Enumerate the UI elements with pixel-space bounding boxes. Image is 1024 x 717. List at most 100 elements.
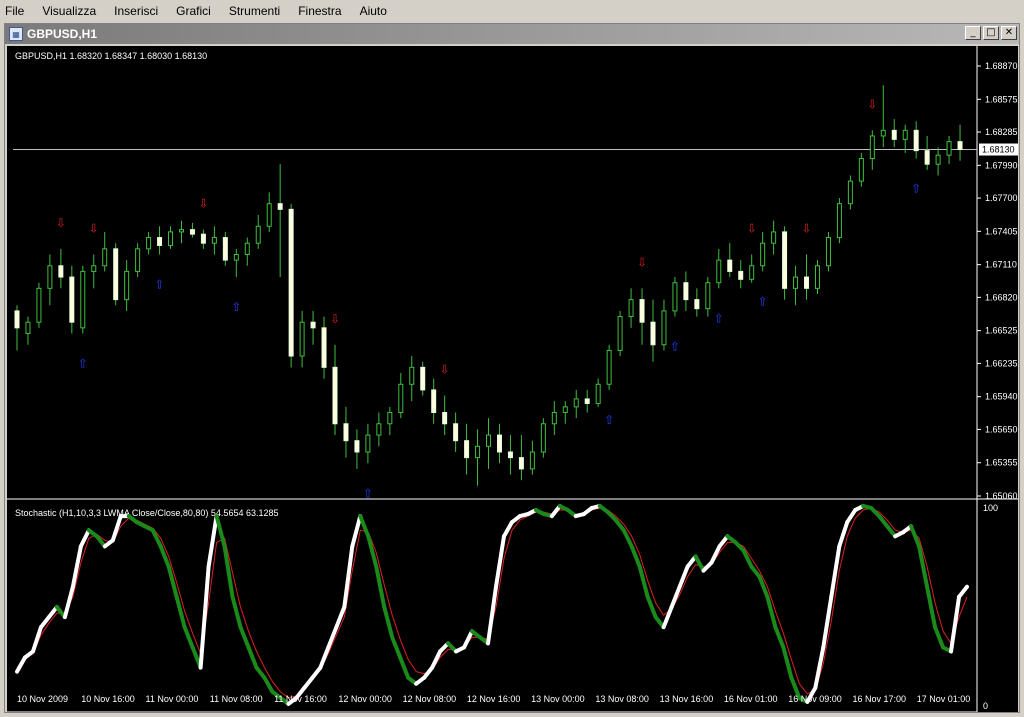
- time-label: 12 Nov 00:00: [338, 694, 392, 704]
- stochastic-main-segment: [637, 564, 650, 599]
- price-level-label: 1.67700: [985, 193, 1018, 203]
- sell-arrow-icon: ⇩: [867, 97, 877, 111]
- candle-body: [299, 321, 305, 357]
- buy-arrow-icon: ⇧: [231, 300, 241, 314]
- time-label: 13 Nov 00:00: [531, 694, 585, 704]
- candle-body: [913, 129, 919, 152]
- buy-arrow-icon: ⇧: [758, 294, 768, 308]
- sell-arrow-icon: ⇩: [440, 363, 450, 377]
- candle-body: [628, 299, 634, 318]
- price-level-label: 1.66525: [985, 326, 1018, 336]
- stochastic-level-0: 0: [983, 701, 988, 711]
- candle-body: [935, 154, 941, 165]
- candle-body: [135, 248, 141, 272]
- buy-arrow-icon: ⇧: [911, 182, 921, 196]
- current-price-label: 1.68130: [982, 145, 1015, 155]
- stochastic-main-segment: [925, 584, 938, 630]
- candle-body: [332, 366, 338, 425]
- price-chart-header: GBPUSD,H1 1.68320 1.68347 1.68030 1.6813…: [15, 51, 207, 61]
- candle-body: [617, 316, 623, 351]
- menu-item-strumenti[interactable]: Strumenti: [228, 0, 281, 22]
- stochastic-main-segment: [398, 655, 411, 680]
- menu-item-visualizza[interactable]: Visualizza: [41, 0, 97, 22]
- minimize-button[interactable]: _: [965, 26, 981, 40]
- candle-body: [453, 423, 459, 442]
- price-level-label: 1.65940: [985, 392, 1018, 402]
- price-level-label: 1.65060: [985, 491, 1018, 501]
- candle-body: [507, 451, 513, 459]
- candle-body: [825, 237, 831, 267]
- candle-body: [672, 282, 678, 312]
- candle-body: [36, 287, 42, 323]
- stochastic-main-segment: [358, 514, 371, 539]
- candle-body: [354, 440, 360, 453]
- buy-arrow-icon: ⇧: [155, 277, 165, 291]
- stochastic-main-segment: [198, 564, 211, 670]
- candle-body: [124, 270, 130, 301]
- maximize-button[interactable]: □: [983, 26, 999, 40]
- candle-body: [749, 265, 755, 280]
- stochastic-main-segment: [15, 655, 27, 674]
- sell-arrow-icon: ⇩: [747, 221, 757, 235]
- candle-body: [157, 237, 163, 246]
- candle-body: [518, 457, 524, 470]
- candle-body: [365, 434, 371, 453]
- candle-body: [113, 248, 119, 301]
- window-title: GBPUSD,H1: [27, 27, 98, 41]
- time-label: 17 Nov 01:00: [917, 694, 971, 704]
- stochastic-main-segment: [693, 554, 706, 573]
- window-titlebar[interactable]: ▦ GBPUSD,H1 _ □ ✕: [5, 24, 1019, 44]
- candle-body: [442, 411, 448, 425]
- candle-body: [387, 411, 393, 425]
- stochastic-main-segment: [334, 605, 347, 630]
- sell-arrow-icon: ⇩: [89, 221, 99, 235]
- time-label: 13 Nov 16:00: [660, 694, 714, 704]
- buy-arrow-icon: ⇧: [670, 340, 680, 354]
- candle-body: [244, 242, 250, 255]
- sell-arrow-icon: ⇩: [330, 312, 340, 326]
- stochastic-main-segment: [909, 524, 922, 549]
- stochastic-main-segment: [677, 564, 690, 589]
- stochastic-main-segment: [621, 528, 634, 549]
- stochastic-main-segment: [206, 514, 219, 569]
- candle-body: [310, 321, 316, 329]
- price-level-label: 1.68575: [985, 94, 1018, 104]
- price-level-label: 1.68285: [985, 127, 1018, 137]
- stochastic-main-segment: [30, 625, 43, 654]
- candle-body: [573, 398, 579, 408]
- menu-item-aiuto[interactable]: Aiuto: [359, 0, 388, 22]
- price-level-label: 1.67990: [985, 160, 1018, 170]
- candle-body: [69, 276, 75, 323]
- candle-body: [288, 208, 294, 357]
- candle-body: [47, 265, 53, 289]
- candle-body: [694, 299, 700, 310]
- price-chart-svg[interactable]: GBPUSD,H1 1.68320 1.68347 1.68030 1.6813…: [7, 46, 1019, 716]
- stochastic-main-segment: [829, 544, 842, 599]
- candle-body: [464, 440, 470, 459]
- stochastic-main-segment: [390, 635, 403, 660]
- sell-arrow-icon: ⇩: [56, 216, 66, 230]
- menu-item-file[interactable]: File: [4, 0, 25, 22]
- stochastic-main-segment: [374, 564, 387, 609]
- candle-body: [58, 265, 64, 278]
- candle-body: [793, 276, 799, 289]
- sell-arrow-icon: ⇩: [637, 255, 647, 269]
- candle-body: [277, 203, 283, 210]
- time-label: 12 Nov 16:00: [467, 694, 521, 704]
- candle-body: [398, 383, 404, 413]
- buy-arrow-icon: ⇧: [604, 413, 614, 427]
- menu-item-finestra[interactable]: Finestra: [297, 0, 342, 22]
- candle-body: [738, 270, 744, 280]
- candle-body: [222, 237, 228, 261]
- chart-area[interactable]: GBPUSD,H1 1.68320 1.68347 1.68030 1.6813…: [7, 46, 1019, 716]
- close-button[interactable]: ✕: [1001, 26, 1017, 40]
- stochastic-main-segment: [493, 534, 506, 589]
- stochastic-header: Stochastic (H1,10,3,3 LWMA Close/Close,8…: [15, 508, 279, 518]
- menu-item-grafici[interactable]: Grafici: [175, 0, 212, 22]
- candle-body: [661, 310, 667, 346]
- candle-body: [606, 349, 612, 385]
- candle-body: [14, 310, 20, 329]
- stochastic-main-segment: [765, 594, 778, 630]
- menu-item-inserisci[interactable]: Inserisci: [113, 0, 159, 22]
- menu-bar: File Visualizza Inserisci Grafici Strumenti F…: [0, 0, 1024, 22]
